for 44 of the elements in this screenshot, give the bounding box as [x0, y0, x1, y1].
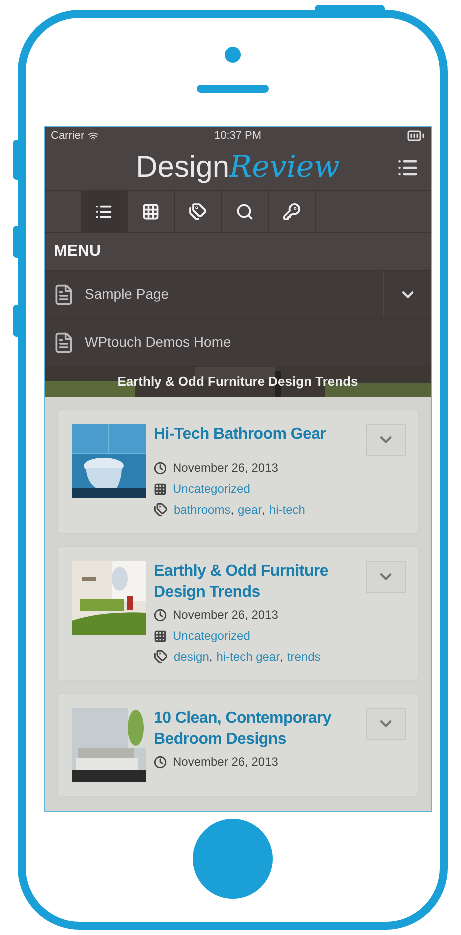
speaker-slot [197, 85, 269, 93]
tag-link[interactable]: design [174, 648, 210, 666]
toolbar-tab[interactable] [80, 191, 128, 232]
page-icon [53, 332, 75, 354]
banner-title[interactable]: Earthly & Odd Furniture Design Trends [45, 367, 431, 397]
tag-link[interactable]: hi-tech gear [216, 648, 280, 666]
category-link[interactable]: Uncategorized [173, 480, 250, 498]
expand-button[interactable] [366, 424, 406, 456]
tags-icon [154, 650, 168, 664]
page-icon [53, 284, 75, 306]
grid-icon [154, 630, 167, 642]
tag-link[interactable]: trends [287, 648, 321, 666]
tag-link[interactable]: gear [238, 501, 262, 519]
tag-separator: , [230, 502, 234, 519]
post-title[interactable]: 10 Clean, Contemporary Bedroom Designs [154, 708, 362, 750]
tags-icon [154, 503, 168, 517]
clock-icon [154, 756, 167, 768]
expand-button[interactable] [366, 561, 406, 593]
site-logo[interactable]: DesignReview [136, 152, 340, 182]
tag-link[interactable]: hi-tech [269, 501, 306, 519]
grid-icon [142, 202, 160, 220]
tags-icon [188, 202, 206, 220]
post-date: November 26, 2013 [173, 460, 278, 477]
post-title[interactable]: Hi-Tech Bathroom Gear [154, 424, 362, 445]
post-date: November 26, 2013 [173, 607, 278, 624]
status-time: 10:37 PM [213, 128, 263, 144]
clock-icon [154, 608, 167, 622]
category-link[interactable]: Uncategorized [173, 627, 250, 645]
menu-item[interactable]: WPtouch Demos Home [45, 319, 431, 367]
key-icon [282, 202, 300, 220]
post-date: November 26, 2013 [173, 754, 278, 771]
expand-button[interactable] [366, 708, 406, 740]
post-title[interactable]: Earthly & Odd Furniture Design Trends [154, 561, 362, 603]
menu-item[interactable]: Sample Page [45, 271, 431, 319]
search-icon [236, 202, 254, 220]
tag-separator: , [262, 502, 266, 519]
tag-link[interactable]: bathrooms [174, 501, 231, 519]
wifi-icon [88, 130, 99, 142]
carrier-label: Carrier [51, 128, 85, 144]
grid-icon [154, 482, 167, 496]
clock-icon [154, 462, 167, 474]
tag-separator: , [209, 649, 213, 666]
menu-heading: MENU [54, 242, 102, 262]
tag-separator: , [280, 649, 284, 666]
